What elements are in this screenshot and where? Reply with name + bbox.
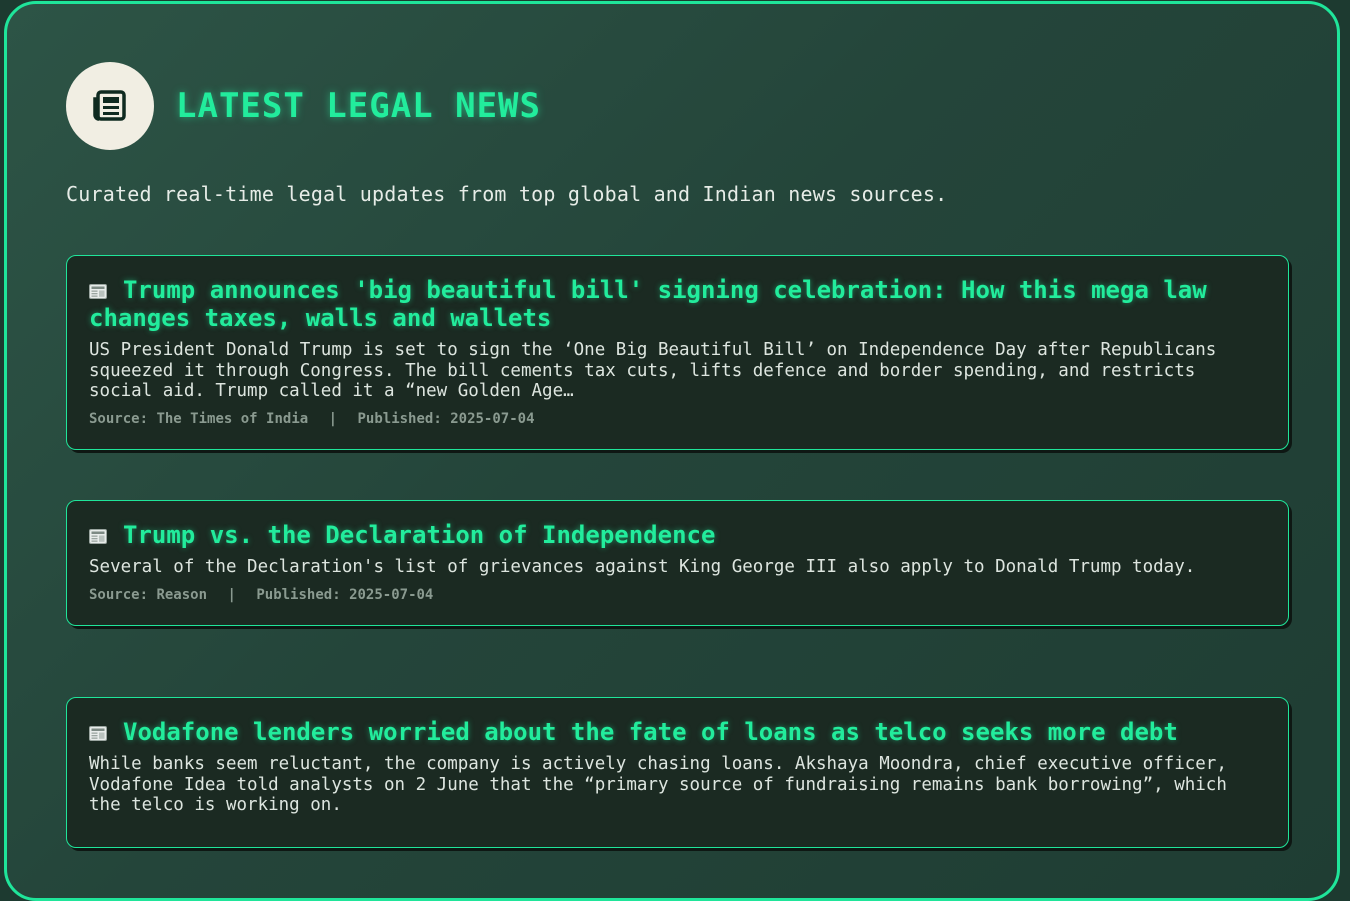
news-card[interactable]: Vodafone lenders worried about the fate … xyxy=(66,697,1289,848)
published-value: 2025-07-04 xyxy=(450,410,535,427)
news-title-text: Trump vs. the Declaration of Independenc… xyxy=(123,521,716,549)
newspaper-icon xyxy=(89,284,107,299)
news-panel: LATEST LEGAL NEWS Curated real-time lega… xyxy=(4,1,1340,901)
news-card[interactable]: Trump announces 'big beautiful bill' sig… xyxy=(66,255,1289,450)
news-card-meta: Source: Reason | Published: 2025-07-04 xyxy=(89,587,1266,603)
meta-separator: | xyxy=(328,410,338,427)
source-value: The Times of India xyxy=(156,410,309,427)
newspaper-icon xyxy=(89,726,107,741)
published-label: Published: xyxy=(357,410,442,427)
page-subtitle: Curated real-time legal updates from top… xyxy=(66,182,948,206)
newspaper-icon xyxy=(89,529,107,544)
source-value: Reason xyxy=(156,586,208,603)
news-card-title[interactable]: Trump announces 'big beautiful bill' sig… xyxy=(89,276,1266,332)
meta-separator: | xyxy=(227,586,236,603)
source-label: Source: xyxy=(89,586,149,603)
published-label: Published: xyxy=(256,586,341,603)
source-label: Source: xyxy=(89,410,149,427)
news-card-description: While banks seem reluctant, the company … xyxy=(89,754,1227,815)
published-value: 2025-07-04 xyxy=(349,586,434,603)
news-card-title[interactable]: Trump vs. the Declaration of Independenc… xyxy=(89,521,1266,549)
news-card-description: Several of the Declaration's list of gri… xyxy=(89,557,1196,577)
page-title: LATEST LEGAL NEWS xyxy=(176,86,541,126)
news-title-text: Vodafone lenders worried about the fate … xyxy=(123,718,1178,746)
page-header: LATEST LEGAL NEWS xyxy=(66,62,541,150)
header-badge xyxy=(66,62,154,150)
news-card-description: US President Donald Trump is set to sign… xyxy=(89,340,1217,401)
news-card-title[interactable]: Vodafone lenders worried about the fate … xyxy=(89,718,1266,746)
news-title-text: Trump announces 'big beautiful bill' sig… xyxy=(89,276,1207,332)
news-card-meta: Source: The Times of India | Published: … xyxy=(89,411,1266,427)
news-card[interactable]: Trump vs. the Declaration of Independenc… xyxy=(66,500,1289,626)
newspaper-icon xyxy=(93,90,126,121)
